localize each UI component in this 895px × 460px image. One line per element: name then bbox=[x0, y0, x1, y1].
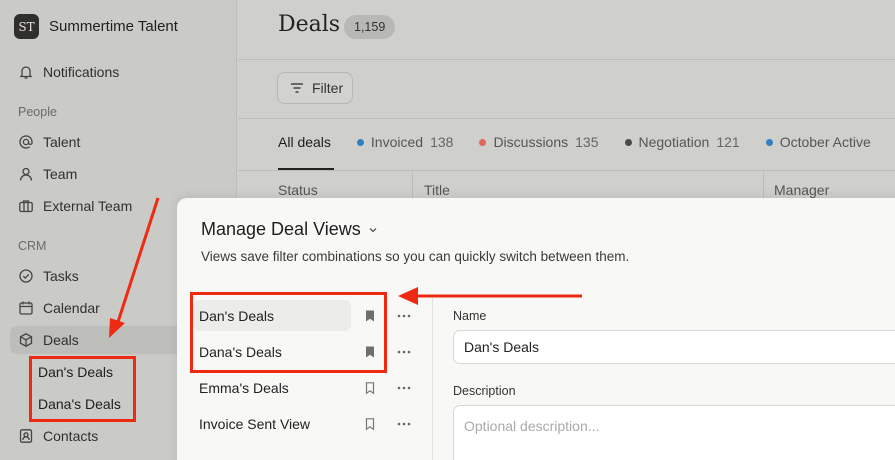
page-title: Deals bbox=[278, 12, 341, 37]
sidebar-item-label: Tasks bbox=[43, 268, 79, 284]
sidebar-item-team[interactable]: Team bbox=[10, 160, 230, 188]
column-divider bbox=[763, 170, 764, 200]
sidebar-item-label: Talent bbox=[43, 134, 81, 150]
sidebar-item-label: External Team bbox=[43, 198, 133, 214]
sidebar-item-talent[interactable]: Talent bbox=[10, 128, 230, 156]
tab-count: 135 bbox=[575, 134, 599, 150]
annotation-highlight-modal-views bbox=[190, 292, 387, 373]
view-item-invoice-sent-view[interactable]: Invoice Sent View bbox=[193, 408, 351, 439]
sidebar-item-label: Deals bbox=[43, 332, 79, 348]
sidebar-item-label: Team bbox=[43, 166, 78, 182]
tab-october-active[interactable]: October Active bbox=[765, 134, 871, 150]
column-header-status[interactable]: Status bbox=[278, 182, 318, 198]
view-name-input[interactable] bbox=[453, 330, 895, 364]
briefcase-icon bbox=[19, 200, 33, 213]
filter-label: Filter bbox=[312, 80, 344, 96]
status-dot bbox=[624, 138, 632, 146]
at-icon bbox=[19, 135, 33, 149]
view-description-input[interactable] bbox=[453, 405, 895, 460]
column-header-manager[interactable]: Manager bbox=[774, 182, 829, 198]
cube-icon bbox=[19, 333, 33, 347]
bell-icon bbox=[19, 66, 33, 79]
tab-negotiation[interactable]: Negotiation 121 bbox=[624, 134, 740, 150]
workspace-name: Summertime Talent bbox=[49, 18, 178, 35]
filter-icon bbox=[291, 83, 303, 93]
section-label-people: People bbox=[18, 105, 57, 119]
contact-card-icon bbox=[19, 429, 33, 443]
more-options-icon[interactable] bbox=[396, 345, 412, 359]
tab-invoiced[interactable]: Invoiced 138 bbox=[356, 134, 454, 150]
workspace-logo: ST bbox=[14, 14, 39, 39]
bookmark-outline-icon[interactable] bbox=[363, 417, 377, 431]
modal-description: Views save filter combinations so you ca… bbox=[201, 249, 630, 264]
name-label: Name bbox=[453, 309, 487, 323]
modal-title: Manage Deal Views bbox=[201, 219, 361, 239]
more-options-icon[interactable] bbox=[396, 309, 412, 323]
column-header-title[interactable]: Title bbox=[424, 182, 450, 198]
view-name: Emma's Deals bbox=[199, 379, 289, 396]
tab-label: Negotiation bbox=[638, 134, 710, 150]
sidebar-item-notifications[interactable]: Notifications bbox=[10, 58, 230, 86]
filter-button[interactable]: Filter bbox=[277, 72, 353, 104]
view-name: Invoice Sent View bbox=[199, 415, 311, 432]
tab-count: 138 bbox=[430, 134, 454, 150]
column-divider bbox=[412, 170, 413, 200]
tab-all-deals[interactable]: All deals bbox=[278, 134, 331, 150]
tab-label: Discussions bbox=[493, 134, 569, 150]
tab-discussions[interactable]: Discussions 135 bbox=[479, 134, 599, 150]
bookmark-outline-icon[interactable] bbox=[363, 381, 377, 395]
more-options-icon[interactable] bbox=[396, 381, 412, 395]
tab-label: Invoiced bbox=[370, 134, 424, 150]
tab-label: All deals bbox=[278, 134, 331, 150]
description-label: Description bbox=[453, 384, 516, 398]
more-options-icon[interactable] bbox=[396, 417, 412, 431]
status-dot bbox=[479, 138, 487, 146]
view-item-emmas-deals[interactable]: Emma's Deals bbox=[193, 372, 351, 403]
deals-count-badge: 1,159 bbox=[344, 15, 396, 39]
calendar-icon bbox=[19, 301, 33, 315]
annotation-highlight-sidebar-views bbox=[29, 356, 136, 422]
view-tabs: All deals Invoiced 138 Discussions 135 N… bbox=[278, 134, 871, 150]
status-dot bbox=[765, 138, 773, 146]
tab-count: 121 bbox=[716, 134, 740, 150]
person-icon bbox=[19, 167, 33, 181]
check-circle-icon bbox=[19, 269, 33, 283]
sidebar-item-label: Contacts bbox=[43, 428, 99, 444]
chevron-down-icon bbox=[369, 227, 377, 232]
sidebar-item-label: Notifications bbox=[43, 64, 120, 80]
modal-title-dropdown[interactable]: Manage Deal Views bbox=[201, 219, 379, 240]
section-label-crm: CRM bbox=[18, 239, 47, 253]
toolbar-divider bbox=[238, 118, 895, 119]
sidebar-item-label: Calendar bbox=[43, 300, 100, 316]
status-dot bbox=[356, 138, 364, 146]
tab-label: October Active bbox=[779, 134, 871, 150]
header-divider bbox=[238, 59, 895, 60]
workspace-switcher[interactable]: ST Summertime Talent bbox=[14, 14, 178, 39]
tabs-divider bbox=[238, 170, 895, 171]
modal-divider bbox=[432, 298, 433, 460]
